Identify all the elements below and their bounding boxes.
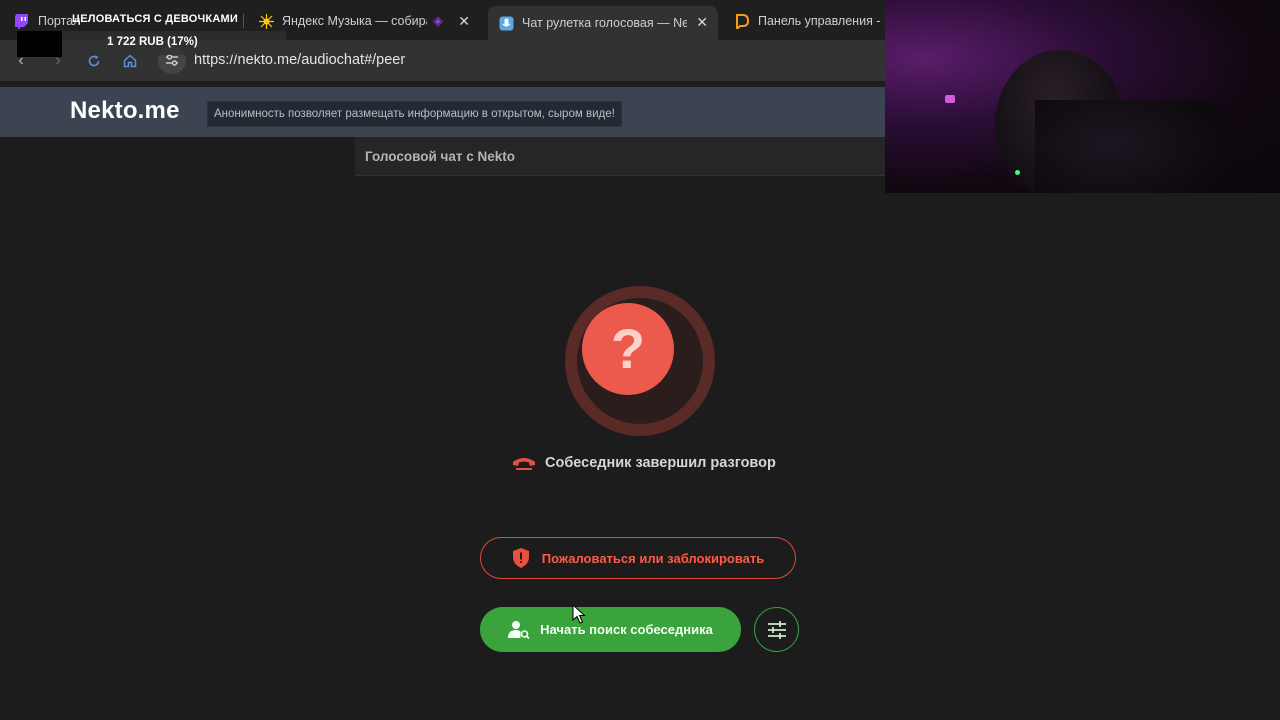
stream-banner-text: ЦЕЛОВАТЬСЯ С ДЕВОЧКАМИ [72, 13, 238, 25]
webcam-overlay [885, 0, 1280, 193]
peer-avatar: ? [565, 286, 715, 436]
call-status: Собеседник завершил разговор [511, 454, 776, 472]
mouse-cursor-icon [572, 604, 586, 624]
shield-alert-icon [512, 548, 529, 568]
tab-title: Чат рулетка голосовая — Nek [522, 16, 687, 30]
twitch-icon [14, 13, 30, 29]
tab-donationalerts[interactable]: Панель управления - D [734, 5, 885, 37]
start-search-label: Начать поиск собеседника [540, 622, 713, 637]
site-slogan: Анонимность позволяет размещать информац… [207, 101, 622, 127]
tab-yandex-music[interactable]: Яндекс Музыка — собира ◈ ✕ [258, 5, 480, 37]
unknown-peer-icon: ? [582, 303, 674, 395]
donationalerts-icon [734, 13, 750, 29]
donation-goal-overlay: 1 722 RUB (17%) [62, 31, 286, 55]
overlay-black-box [17, 31, 62, 57]
tab-separator [243, 14, 244, 28]
webcam-figure-shadow [1035, 100, 1225, 193]
report-block-button[interactable]: Пожаловаться или заблокировать [480, 537, 796, 579]
webcam-light [945, 95, 955, 103]
report-button-label: Пожаловаться или заблокировать [541, 550, 765, 566]
start-search-button[interactable]: Начать поиск собеседника [480, 607, 741, 652]
user-search-icon [508, 620, 530, 639]
hang-up-icon [513, 458, 535, 470]
tab-nekto[interactable]: Чат рулетка голосовая — Nek ✕ [488, 6, 718, 40]
webcam-led [1015, 170, 1020, 175]
donation-goal-text: 1 722 RUB (17%) [107, 36, 198, 48]
chat-title-bar: Голосовой чат с Nekto [355, 137, 885, 176]
site-header: Nekto.me Анонимность позволяет размещать… [0, 87, 885, 137]
close-tab-icon[interactable]: ✕ [458, 13, 470, 30]
site-logo[interactable]: Nekto.me [70, 97, 180, 125]
close-tab-icon[interactable]: ✕ [696, 14, 708, 31]
sliders-icon [767, 620, 786, 639]
yandex-music-icon [258, 13, 274, 29]
nekto-mic-icon [498, 15, 514, 31]
tab-title: Панель управления - D [758, 14, 885, 28]
avatar-symbol: ? [610, 317, 646, 380]
tab-title: Яндекс Музыка — собира [282, 14, 427, 28]
audio-playing-icon[interactable]: ◈ [433, 13, 443, 29]
chat-title: Голосовой чат с Nekto [365, 149, 516, 164]
search-settings-button[interactable] [754, 607, 799, 652]
call-status-text: Собеседник завершил разговор [545, 455, 776, 471]
